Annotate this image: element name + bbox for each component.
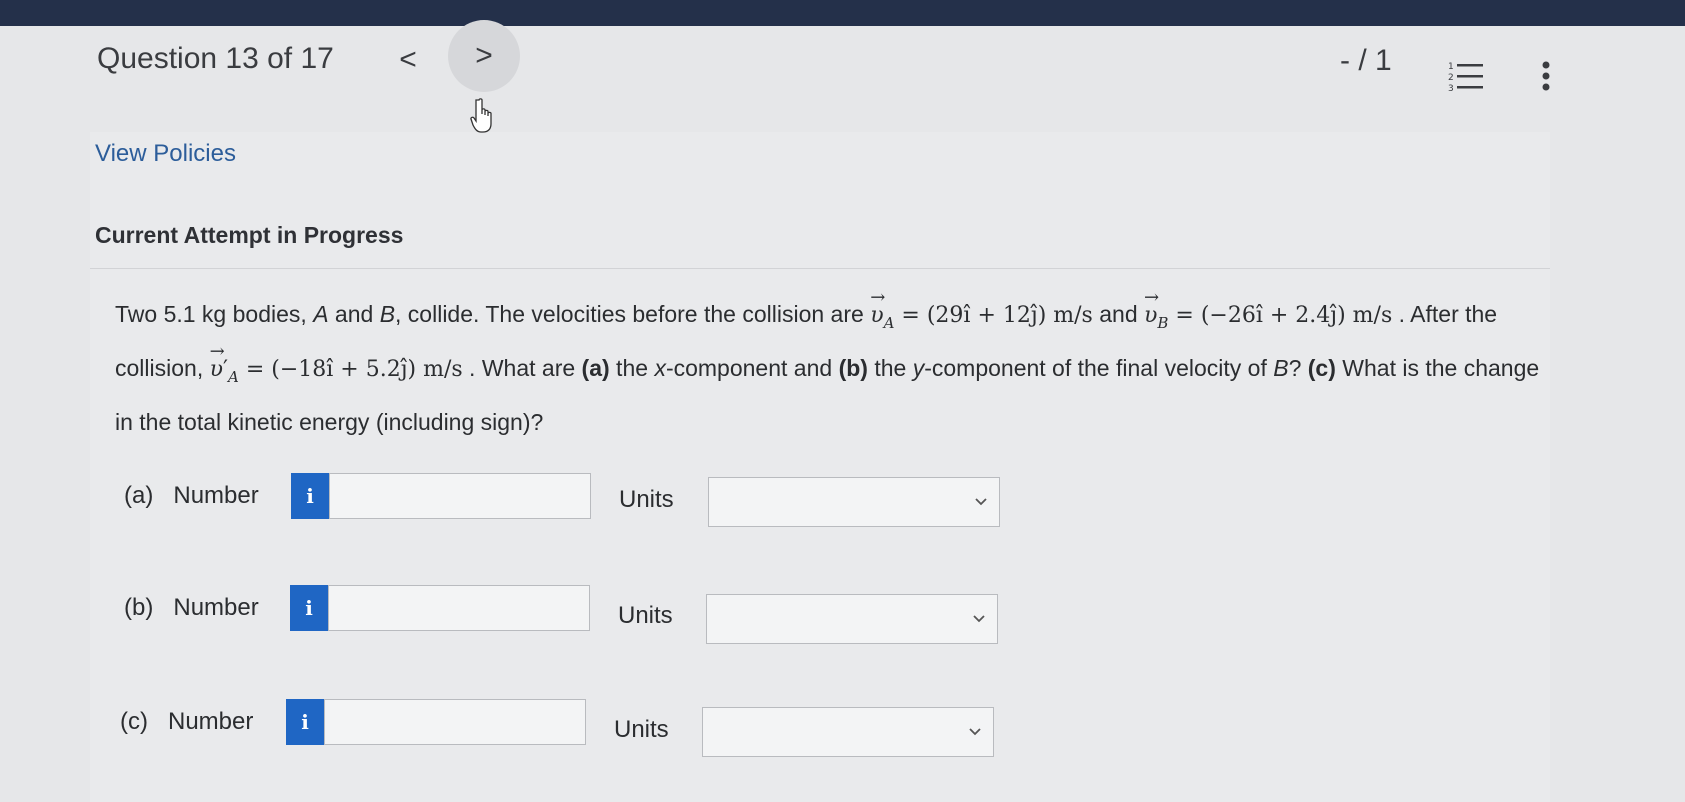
velocity-a-expression: υA = (29î + 12ĵ) m/s <box>870 275 1093 332</box>
velocity-b-value: = (−26î + 2.4ĵ) m/s <box>1175 303 1393 328</box>
answer-a-number-input[interactable] <box>329 473 591 519</box>
number-label: Number <box>173 594 259 621</box>
answer-row-a: (a) Number <box>124 482 259 510</box>
problem-text: -component and <box>665 355 839 381</box>
problem-text: and <box>328 301 380 327</box>
problem-text: ? <box>1288 355 1308 381</box>
numbered-list-icon[interactable]: 1 2 3 <box>1448 60 1488 94</box>
answer-row-b: (b) Number <box>124 594 259 622</box>
problem-text: . What are <box>462 355 582 381</box>
more-vertical-icon[interactable] <box>1540 60 1552 94</box>
info-button[interactable]: i <box>291 473 329 519</box>
part-b-label: (b) <box>124 594 154 621</box>
part-a-tag: (a) <box>581 355 610 381</box>
problem-text: -component of the final velocity of <box>924 355 1274 381</box>
previous-question-button[interactable]: < <box>394 40 422 80</box>
chevron-right-icon: > <box>475 39 493 72</box>
part-a-label: (a) <box>124 482 154 509</box>
part-c-tag: (c) <box>1307 355 1336 381</box>
svg-text:3: 3 <box>1448 84 1454 94</box>
problem-text: the <box>867 355 913 381</box>
question-title: Question 13 of 17 <box>97 42 334 75</box>
answer-c-units-select[interactable] <box>702 707 994 757</box>
answer-b-units-select[interactable] <box>706 594 998 644</box>
info-button[interactable]: i <box>290 585 328 631</box>
velocity-b-expression: υB = (−26î + 2.4ĵ) m/s <box>1144 275 1393 332</box>
svg-text:2: 2 <box>1448 73 1454 83</box>
top-bar <box>0 0 1685 26</box>
divider <box>90 268 1550 269</box>
velocity-a-prime-expression: υ′A = (−18î + 5.2ĵ) m/s <box>210 329 463 386</box>
body-a: A <box>313 301 329 327</box>
part-c-label: (c) <box>120 708 148 735</box>
answer-c-number-input[interactable] <box>324 699 586 745</box>
units-label: Units <box>619 486 674 513</box>
number-label: Number <box>173 482 259 509</box>
view-policies-link[interactable]: View Policies <box>95 140 236 168</box>
score-display: - / 1 <box>1340 44 1392 77</box>
info-button[interactable]: i <box>286 699 324 745</box>
body-b: B <box>379 301 396 327</box>
problem-text: , collide. The velocities before the col… <box>395 301 871 327</box>
problem-text: and <box>1092 301 1144 327</box>
problem-text: Two 5.1 kg bodies, <box>115 301 314 327</box>
answer-a-units-select[interactable] <box>708 477 1000 527</box>
body-b: B <box>1273 355 1289 381</box>
next-question-button[interactable]: > <box>448 20 520 92</box>
velocity-a-prime-value: = (−18î + 5.2ĵ) m/s <box>245 357 463 382</box>
y-var: y <box>912 355 925 381</box>
chevron-down-icon <box>975 498 987 506</box>
chevron-left-icon: < <box>399 43 417 76</box>
svg-text:1: 1 <box>1448 62 1454 72</box>
part-b-tag: (b) <box>838 355 868 381</box>
problem-text: the <box>609 355 655 381</box>
chevron-down-icon <box>969 728 981 736</box>
velocity-a-value: = (29î + 12ĵ) m/s <box>901 303 1093 328</box>
attempt-status: Current Attempt in Progress <box>95 222 404 248</box>
problem-statement: Two 5.1 kg bodies, A and B, collide. The… <box>115 275 1555 445</box>
answer-row-c: (c) Number <box>120 708 253 736</box>
chevron-down-icon <box>973 615 985 623</box>
hand-cursor-icon <box>470 98 492 133</box>
units-label: Units <box>614 716 669 743</box>
x-var: x <box>654 355 666 381</box>
units-label: Units <box>618 602 673 629</box>
number-label: Number <box>168 708 254 735</box>
answer-b-number-input[interactable] <box>328 585 590 631</box>
